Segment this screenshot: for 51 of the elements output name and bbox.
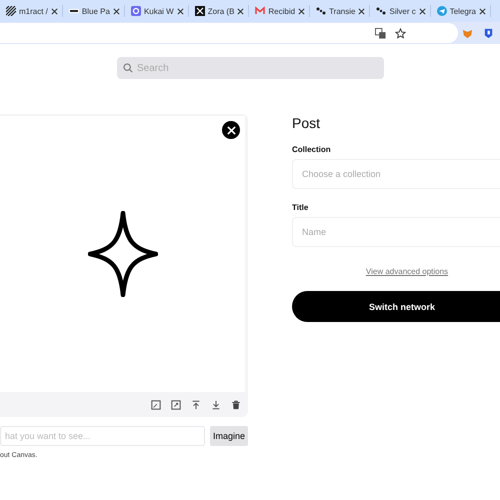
title-label: Title [292,203,310,212]
dots-icon [316,6,326,16]
tab-title: Silver c [389,6,416,16]
close-icon[interactable] [418,8,426,14]
stripes-icon [6,6,16,16]
x-icon [194,6,205,16]
close-icon[interactable] [237,8,244,14]
tab-title: Kukai W [144,6,174,16]
advanced-options-link[interactable]: View advanced options [366,267,448,276]
tab-title: Recibid [268,6,296,16]
image-icon[interactable] [151,400,161,410]
tab-title: Transie [329,6,356,16]
search-field[interactable]: Search [117,57,384,79]
browser-tab[interactable]: Transie [310,5,370,17]
tab-title: m1ract / [19,6,48,16]
title-field[interactable]: Name [292,217,500,247]
collection-select[interactable]: Choose a collection [292,159,500,189]
close-icon[interactable] [478,8,486,14]
close-icon[interactable] [298,8,306,14]
close-icon[interactable] [50,8,58,14]
expand-icon[interactable] [171,400,181,410]
collection-label: Collection [292,145,332,154]
circle-icon [130,6,141,16]
post-heading: Post [292,115,322,131]
sparkle-icon [88,211,158,297]
star-icon[interactable] [395,28,406,38]
browser-tab[interactable]: Telegra [430,5,491,17]
close-icon[interactable] [112,8,120,14]
tab-title: Zora (B [208,6,234,16]
browser-tab[interactable]: Blue Pa [62,5,125,17]
browser-tab[interactable]: m1ract / [0,5,63,17]
browser-tab[interactable]: Silver c [370,5,431,17]
shield-icon[interactable] [483,28,494,38]
browser-tab[interactable]: Recibid [249,5,310,17]
browser-tab[interactable]: Zora (B [188,5,250,17]
close-button[interactable] [222,121,240,139]
translate-icon[interactable] [375,28,386,38]
download-icon[interactable] [211,400,221,410]
close-icon[interactable] [176,8,184,14]
tab-title: Blue Pa [82,6,110,16]
tab-title: Telegra [450,6,476,16]
search-icon [123,63,133,73]
close-icon [226,126,236,134]
upload-icon[interactable] [191,400,201,410]
prompt-field[interactable]: hat you want to see... [0,426,206,446]
imagine-button[interactable]: Imagine [210,426,248,446]
dots-icon [376,6,386,16]
trash-icon[interactable] [231,400,241,410]
close-icon[interactable] [358,8,366,14]
browser-tab[interactable]: Kukai W [124,5,189,17]
switch-network-button[interactable]: Switch network [292,291,500,322]
